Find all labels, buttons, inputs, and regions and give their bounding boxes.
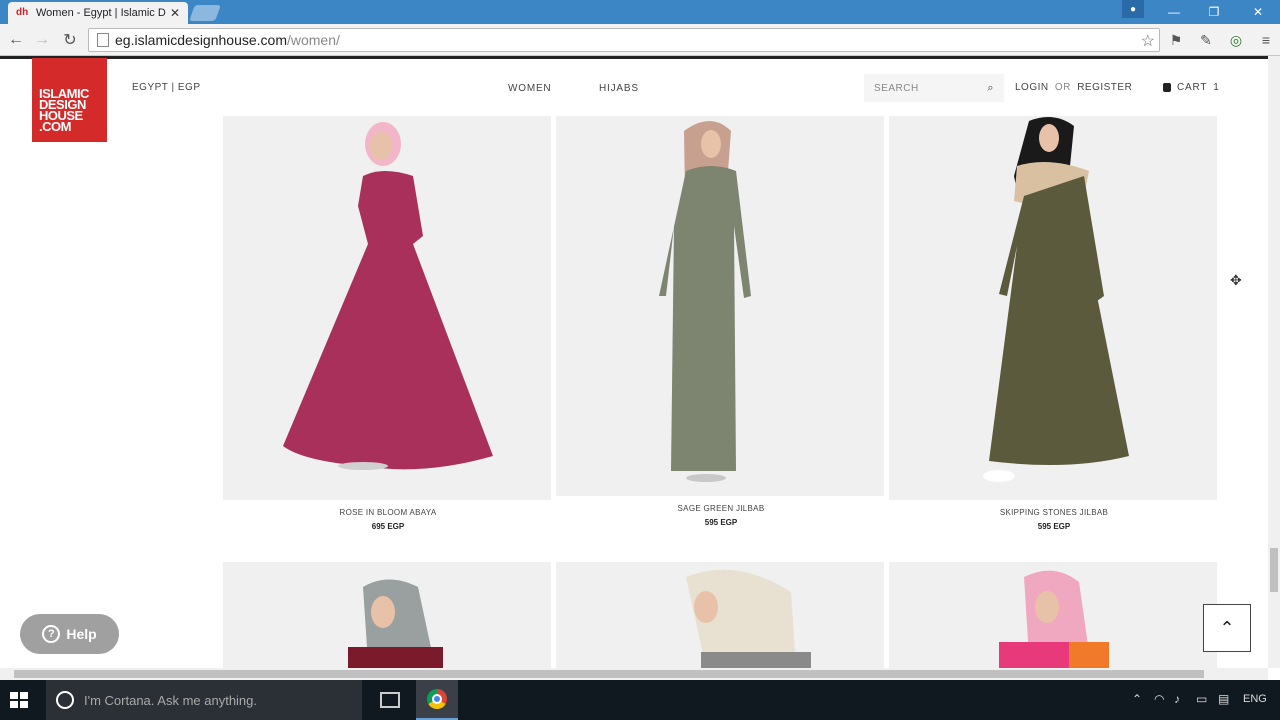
horizontal-scroll-thumb[interactable] bbox=[14, 670, 1204, 678]
currency-selector[interactable]: EGYPT | EGP bbox=[132, 82, 201, 93]
product-price: 595 EGP bbox=[1037, 522, 1071, 531]
minimize-button[interactable]: — bbox=[1154, 0, 1194, 24]
network-icon[interactable]: ◠ bbox=[1154, 692, 1164, 706]
browser-tab-active[interactable]: dh Women - Egypt | Islamic D ✕ bbox=[8, 2, 188, 24]
windows-start-icon[interactable] bbox=[10, 692, 28, 708]
login-link[interactable]: LOGIN bbox=[1015, 82, 1049, 93]
product-photo-cream-hijab bbox=[686, 569, 811, 668]
cortana-ring-icon bbox=[56, 691, 74, 709]
product-photo-gray-hijab bbox=[348, 579, 443, 668]
cortana-placeholder: I'm Cortana. Ask me anything. bbox=[84, 692, 258, 708]
cart-label: CART bbox=[1177, 82, 1208, 93]
address-bar[interactable]: eg.islamicdesignhouse.com /women/ ☆ bbox=[88, 28, 1160, 52]
extension-target-icon[interactable]: ◎ bbox=[1226, 30, 1246, 50]
tab-close-icon[interactable]: ✕ bbox=[168, 6, 182, 20]
nav-women[interactable]: WOMEN bbox=[508, 83, 551, 94]
cortana-search-box[interactable]: I'm Cortana. Ask me anything. bbox=[46, 680, 362, 720]
horizontal-scrollbar[interactable] bbox=[0, 668, 1268, 680]
task-view-icon[interactable] bbox=[380, 692, 400, 708]
close-window-button[interactable]: ✕ bbox=[1238, 0, 1278, 24]
reload-icon[interactable]: ↻ bbox=[60, 30, 80, 50]
cart-count: 1 bbox=[1213, 82, 1220, 93]
product-image[interactable] bbox=[223, 562, 551, 668]
back-arrow-icon[interactable]: ← bbox=[6, 30, 26, 50]
or-text: OR bbox=[1054, 82, 1071, 93]
product-name[interactable]: SAGE GREEN JILBAB bbox=[556, 504, 886, 513]
url-host: eg.islamicdesignhouse.com bbox=[115, 32, 287, 48]
chrome-menu-icon[interactable]: ≡ bbox=[1256, 30, 1276, 50]
url-path: /women/ bbox=[286, 32, 340, 48]
tray-chevron-icon[interactable]: ⌃ bbox=[1132, 692, 1142, 706]
help-icon: ? bbox=[42, 625, 61, 643]
search-icon[interactable]: ⌕ bbox=[987, 82, 994, 95]
help-button[interactable]: ? Help bbox=[20, 614, 119, 654]
register-link[interactable]: REGISTER bbox=[1077, 82, 1132, 93]
forward-arrow-icon[interactable]: → bbox=[32, 30, 52, 50]
product-image[interactable] bbox=[556, 562, 884, 668]
page-icon bbox=[97, 33, 109, 47]
browser-toolbar: ← → ↻ eg.islamicdesignhouse.com /women/ … bbox=[0, 24, 1280, 56]
maximize-button[interactable]: ❐ bbox=[1194, 0, 1234, 24]
product-image[interactable] bbox=[889, 116, 1217, 500]
tab-title: Women - Egypt | Islamic D bbox=[36, 7, 166, 19]
chrome-icon bbox=[427, 689, 447, 709]
new-tab-button[interactable] bbox=[189, 5, 221, 21]
move-cursor-icon: ✥ bbox=[1230, 272, 1242, 288]
product-image[interactable] bbox=[889, 562, 1217, 668]
nav-hijabs[interactable]: HIJABS bbox=[599, 83, 639, 94]
product-photo-rose-abaya bbox=[283, 122, 493, 470]
windows-taskbar: I'm Cortana. Ask me anything. ⌃ ◠ ♪ ▭ ▤ … bbox=[0, 680, 1280, 720]
vertical-scroll-thumb[interactable] bbox=[1270, 548, 1278, 592]
help-label: Help bbox=[66, 626, 97, 642]
product-price: 695 EGP bbox=[371, 522, 405, 531]
profile-icon[interactable]: ● bbox=[1122, 0, 1144, 18]
product-name[interactable]: SKIPPING STONES JILBAB bbox=[889, 508, 1219, 517]
product-image[interactable] bbox=[223, 116, 551, 500]
bookmark-star-icon[interactable]: ☆ bbox=[1141, 31, 1155, 51]
eyedropper-icon[interactable]: ✎ bbox=[1196, 30, 1216, 50]
battery-icon[interactable]: ▭ bbox=[1196, 692, 1207, 706]
browser-titlebar: dh Women - Egypt | Islamic D ✕ ● — ❐ ✕ bbox=[0, 0, 1280, 24]
language-indicator[interactable]: ENG bbox=[1243, 693, 1267, 705]
site-favicon-icon: dh bbox=[16, 7, 29, 18]
product-name[interactable]: ROSE IN BLOOM ABAYA bbox=[223, 508, 553, 517]
cart-bag-icon bbox=[1163, 83, 1171, 92]
product-photo-skipping-stones-jilbab bbox=[983, 117, 1129, 482]
vertical-scrollbar[interactable] bbox=[1268, 56, 1280, 668]
extension-icon[interactable]: ⚑ bbox=[1166, 30, 1186, 50]
cart-link[interactable]: CART 1 bbox=[1163, 82, 1220, 93]
site-logo[interactable]: ISLAMIC DESIGN HOUSE .COM bbox=[32, 58, 107, 142]
search-input[interactable]: SEARCH ⌕ bbox=[864, 74, 1004, 102]
product-photo-pink-hijab bbox=[999, 570, 1109, 668]
chevron-up-icon: ⌃ bbox=[1219, 617, 1235, 638]
product-photo-sage-jilbab bbox=[659, 121, 751, 482]
chrome-taskbar-button[interactable] bbox=[416, 680, 458, 720]
product-image[interactable] bbox=[556, 116, 884, 496]
account-links: LOGIN OR REGISTER bbox=[1015, 82, 1132, 93]
search-placeholder: SEARCH bbox=[874, 82, 919, 94]
volume-icon[interactable]: ♪ bbox=[1174, 692, 1180, 706]
back-to-top-button[interactable]: ⌃ bbox=[1203, 604, 1251, 652]
product-price: 595 EGP bbox=[704, 518, 738, 527]
notification-icon[interactable]: ▤ bbox=[1218, 692, 1229, 706]
